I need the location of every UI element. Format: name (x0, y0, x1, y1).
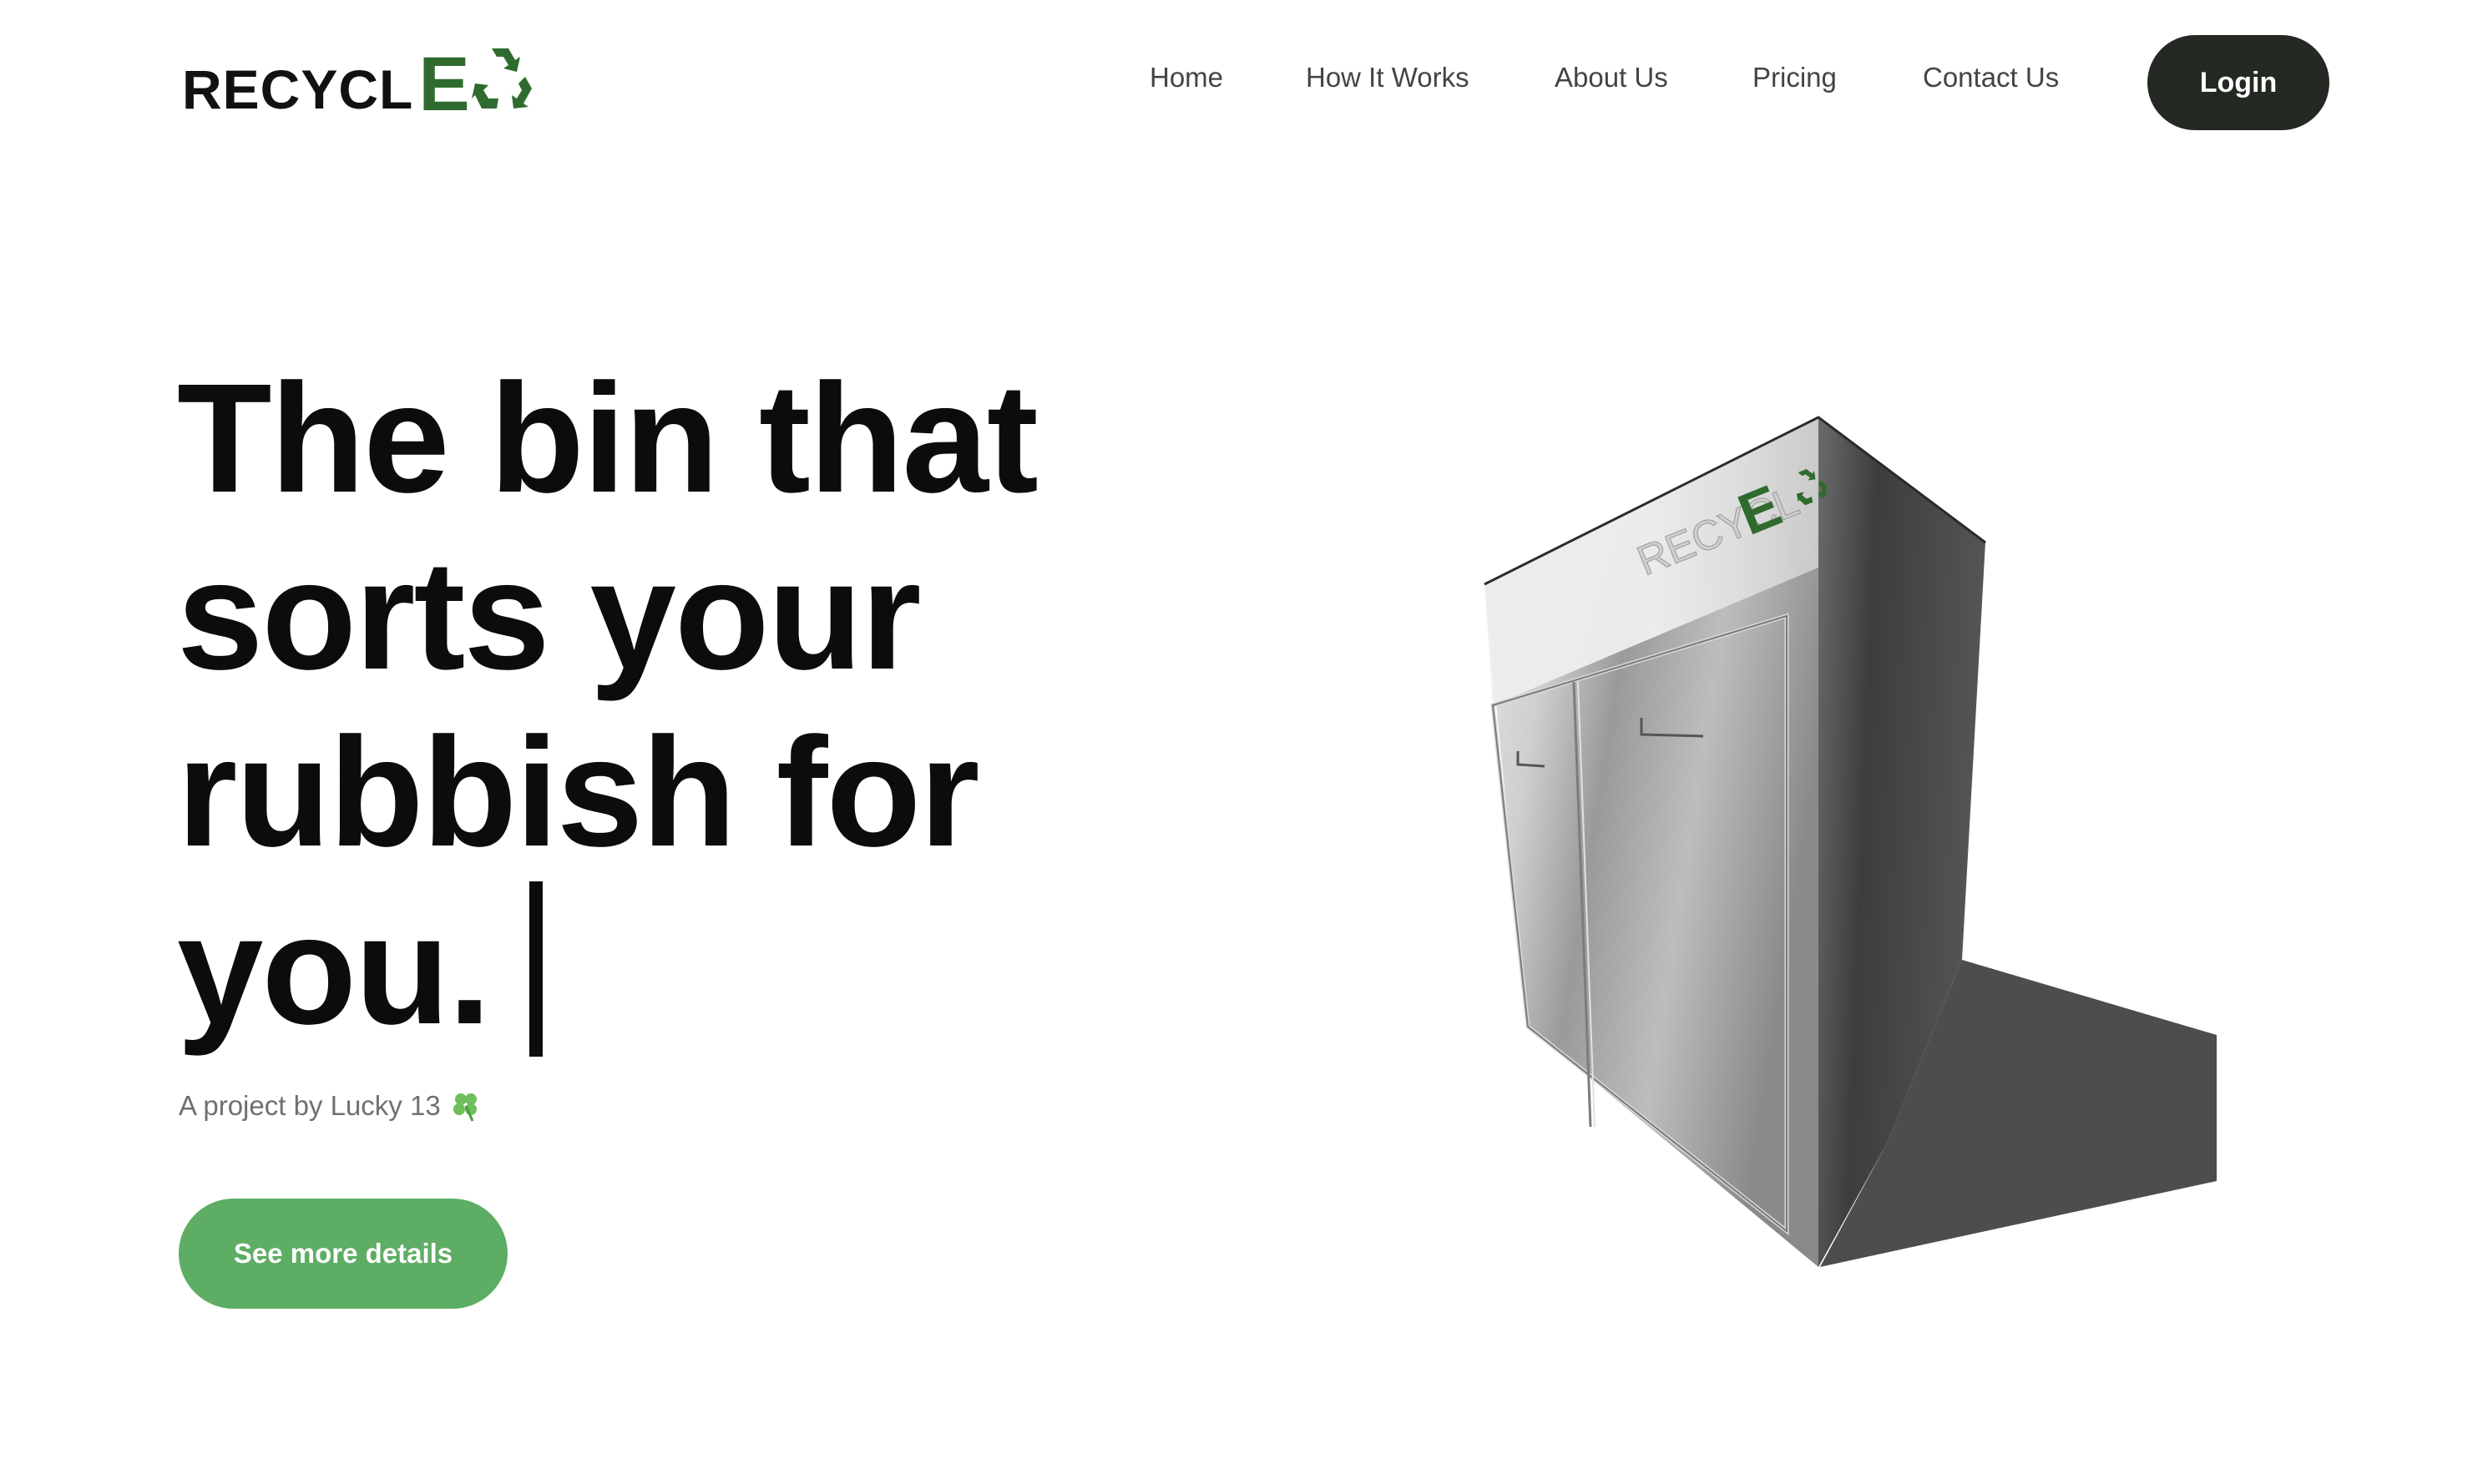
headline-line-4-wrap: you. (177, 881, 1179, 1059)
clover-icon (453, 1093, 477, 1122)
nav-home-link[interactable]: Home (1150, 57, 1223, 98)
headline-line-3: rubbish for (177, 706, 980, 879)
nav-pricing-link[interactable]: Pricing (1752, 57, 1837, 98)
headline-line-4: you. (177, 884, 491, 1057)
login-button[interactable]: Login (2147, 35, 2329, 130)
see-more-details-button[interactable]: See more details (179, 1199, 508, 1309)
nav-contact-us-link[interactable]: Contact Us (1923, 57, 2059, 98)
hero-subtitle: A project by Lucky 13 (179, 1085, 483, 1127)
subtitle-text: A project by Lucky 13 (179, 1090, 441, 1121)
hero-headline: The bin that sorts your rubbish for you. (177, 351, 1179, 1059)
nav-how-it-works-link[interactable]: How It Works (1306, 57, 1469, 98)
product-bin-image: RECYCL E (1484, 416, 2217, 1267)
typing-cursor (529, 881, 544, 1057)
main-nav: Home How It Works About Us Pricing Conta… (0, 57, 2488, 98)
landing-page: RECYCL E Home How It Works About Us Pric… (0, 0, 2488, 1484)
headline-line-1: The bin that (177, 352, 1039, 525)
navbar: RECYCL E Home How It Works About Us Pric… (0, 0, 2488, 159)
headline-line-2: sorts your (177, 529, 922, 702)
nav-about-us-link[interactable]: About Us (1555, 57, 1668, 98)
